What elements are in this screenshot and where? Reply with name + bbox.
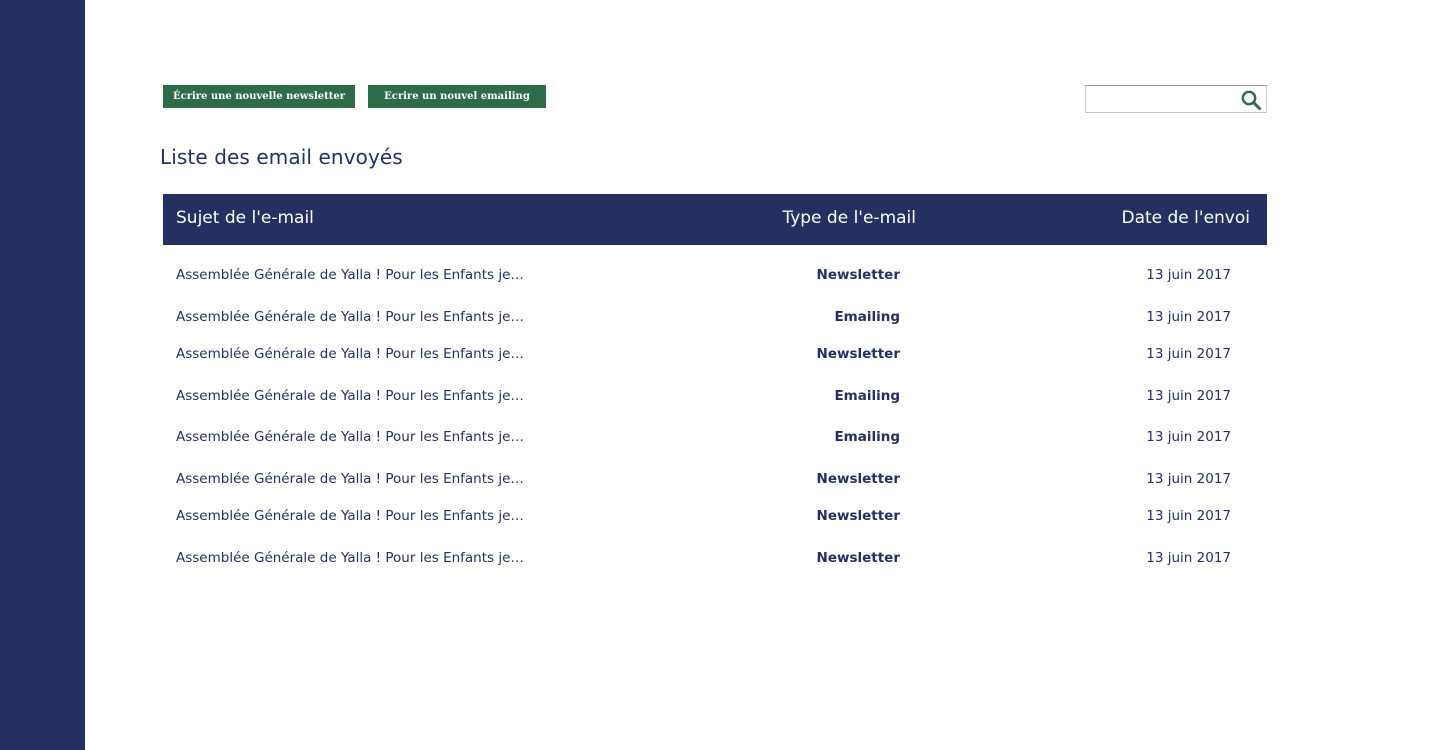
table-row[interactable]: Assemblée Générale de Yalla ! Pour les E… <box>163 427 1267 447</box>
row-date: 13 juin 2017 <box>1146 471 1231 487</box>
row-date: 13 juin 2017 <box>1146 429 1231 445</box>
row-type: Newsletter <box>816 508 900 524</box>
row-subject[interactable]: Assemblée Générale de Yalla ! Pour les E… <box>176 344 536 364</box>
new-newsletter-button[interactable]: Écrire une nouvelle newsletter <box>163 85 355 108</box>
row-type: Emailing <box>834 388 900 404</box>
row-subject[interactable]: Assemblée Générale de Yalla ! Pour les E… <box>176 265 536 285</box>
row-date: 13 juin 2017 <box>1146 309 1231 325</box>
row-date: 13 juin 2017 <box>1146 267 1231 283</box>
row-type: Newsletter <box>816 550 900 566</box>
new-emailing-button[interactable]: Ecrire un nouvel emailing <box>368 85 546 108</box>
column-header-type[interactable]: Type de l'e-mail <box>782 208 916 228</box>
sidebar <box>0 0 85 750</box>
table-row[interactable]: Assemblée Générale de Yalla ! Pour les E… <box>163 469 1267 489</box>
row-type: Newsletter <box>816 471 900 487</box>
row-type: Newsletter <box>816 267 900 283</box>
column-header-subject[interactable]: Sujet de l'e-mail <box>176 208 314 228</box>
search-box <box>1085 85 1267 113</box>
table-row[interactable]: Assemblée Générale de Yalla ! Pour les E… <box>163 307 1267 327</box>
table-row[interactable]: Assemblée Générale de Yalla ! Pour les E… <box>163 386 1267 406</box>
row-subject[interactable]: Assemblée Générale de Yalla ! Pour les E… <box>176 469 536 489</box>
row-type: Newsletter <box>816 346 900 362</box>
table-row[interactable]: Assemblée Générale de Yalla ! Pour les E… <box>163 548 1267 568</box>
row-subject[interactable]: Assemblée Générale de Yalla ! Pour les E… <box>176 427 536 447</box>
row-type: Emailing <box>834 309 900 325</box>
row-date: 13 juin 2017 <box>1146 508 1231 524</box>
column-header-date[interactable]: Date de l'envoi <box>1121 208 1250 228</box>
table-header: Sujet de l'e-mail Type de l'e-mail Date … <box>163 194 1267 245</box>
table-row[interactable]: Assemblée Générale de Yalla ! Pour les E… <box>163 265 1267 285</box>
search-icon[interactable] <box>1240 89 1262 111</box>
row-date: 13 juin 2017 <box>1146 388 1231 404</box>
row-date: 13 juin 2017 <box>1146 550 1231 566</box>
table-row[interactable]: Assemblée Générale de Yalla ! Pour les E… <box>163 344 1267 364</box>
row-subject[interactable]: Assemblée Générale de Yalla ! Pour les E… <box>176 386 536 406</box>
row-subject[interactable]: Assemblée Générale de Yalla ! Pour les E… <box>176 506 536 526</box>
row-subject[interactable]: Assemblée Générale de Yalla ! Pour les E… <box>176 307 536 327</box>
page-title: Liste des email envoyés <box>160 145 403 169</box>
row-type: Emailing <box>834 429 900 445</box>
search-input[interactable] <box>1086 86 1236 112</box>
row-subject[interactable]: Assemblée Générale de Yalla ! Pour les E… <box>176 548 536 568</box>
table-row[interactable]: Assemblée Générale de Yalla ! Pour les E… <box>163 506 1267 526</box>
row-date: 13 juin 2017 <box>1146 346 1231 362</box>
